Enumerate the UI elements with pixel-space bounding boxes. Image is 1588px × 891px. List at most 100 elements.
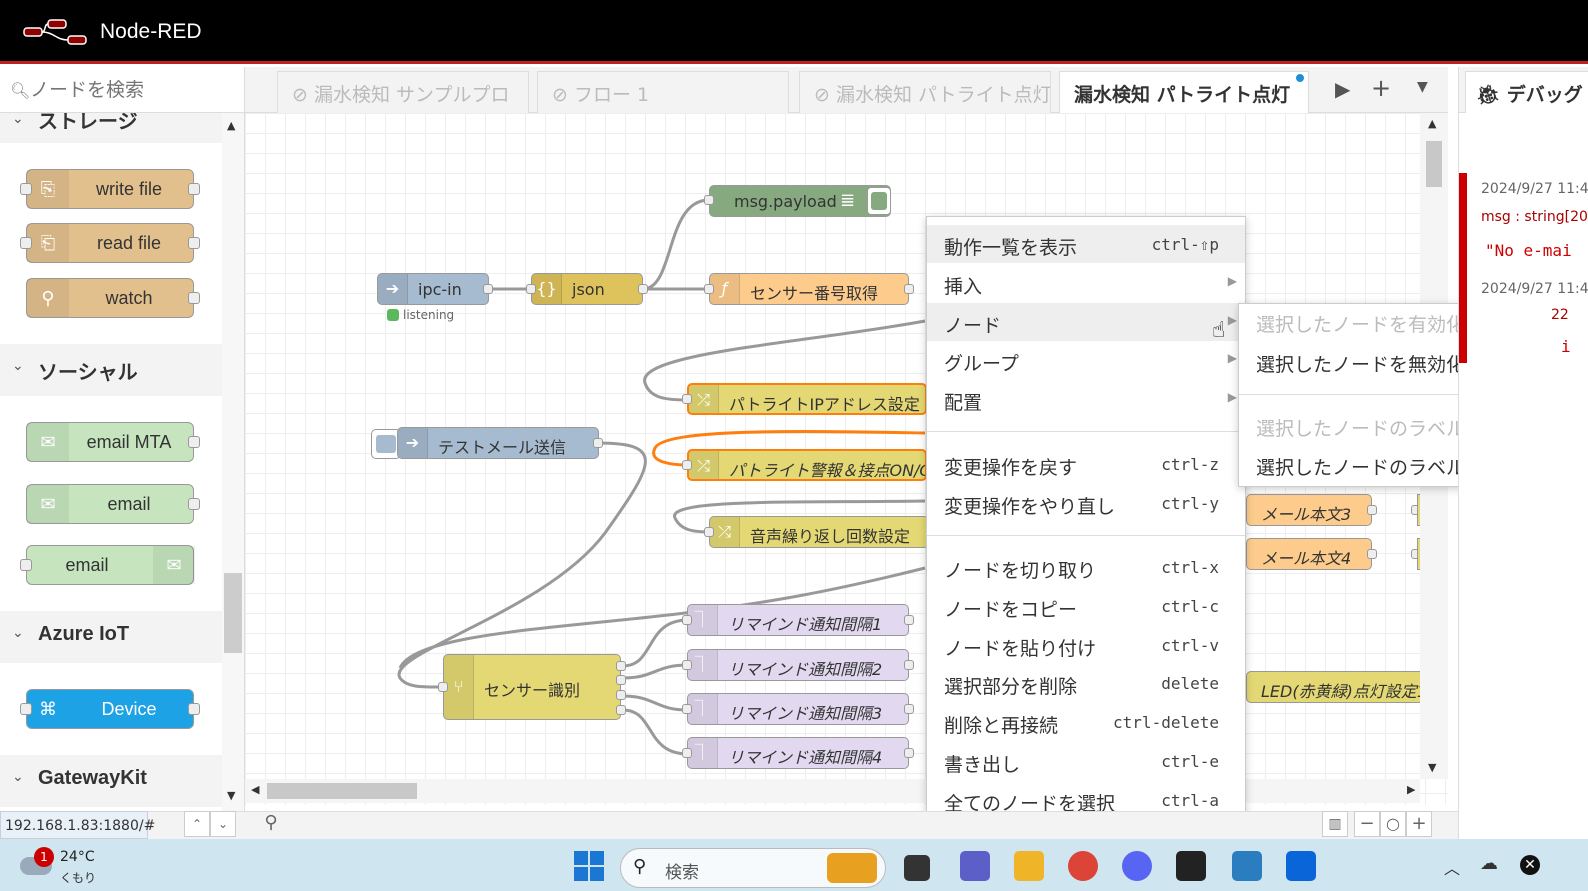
scroll-left-icon[interactable]: ◀ [251, 783, 259, 796]
node-ipc-in[interactable]: ➔ ipc-in [377, 273, 489, 305]
palette-expand-all-icon[interactable]: ⌄ [210, 811, 236, 837]
output-port[interactable] [616, 690, 626, 700]
teams-icon[interactable] [960, 851, 990, 881]
output-port[interactable] [904, 748, 914, 758]
palette-node-email-mta[interactable]: ✉ email MTA [26, 422, 194, 462]
navigator-map-icon[interactable]: ▥ [1322, 811, 1348, 837]
output-port[interactable] [616, 705, 626, 715]
menu-item-delete[interactable]: 選択部分を削除 delete [927, 664, 1245, 702]
search-icon[interactable]: ⚲ [258, 811, 284, 837]
debug-message[interactable]: 2024/9/27 11:4 22 i [1459, 273, 1588, 363]
input-port[interactable] [20, 703, 32, 715]
node-function-sensor-no[interactable]: ƒ センサー番号取得 [709, 273, 909, 305]
input-port[interactable] [704, 195, 714, 205]
output-port[interactable] [188, 703, 200, 715]
menu-item-cut[interactable]: ノードを切り取り ctrl-x [927, 548, 1245, 586]
debug-toggle-button[interactable] [867, 187, 891, 215]
notepad-icon[interactable] [1232, 851, 1262, 881]
palette-node-device[interactable]: ⌘ Device [26, 689, 194, 729]
output-port[interactable] [1367, 549, 1377, 559]
scroll-down-icon[interactable]: ▼ [227, 789, 235, 802]
menu-item-show-actions[interactable]: 動作一覧を表示 ctrl-⇧p [927, 225, 1245, 263]
tab-flow-1[interactable]: ⊘ 漏水検知 サンプルプロ [277, 71, 529, 113]
output-port[interactable] [616, 661, 626, 671]
palette-collapse-all-icon[interactable]: ⌃ [184, 811, 210, 837]
input-port[interactable] [20, 183, 32, 195]
node-remind-3[interactable]: ⏋ リマインド通知間隔3 [687, 693, 909, 725]
category-social[interactable]: ⌄ ソーシャル [0, 344, 222, 396]
menu-item-export[interactable]: 書き出し ctrl-e [927, 742, 1245, 780]
output-port[interactable] [904, 704, 914, 714]
tab-debug[interactable]: 🐞︎ デバッグ [1465, 71, 1588, 113]
tab-scroll-right-icon[interactable]: ▶ [1335, 77, 1350, 101]
onedrive-icon[interactable]: ☁ [1480, 853, 1498, 874]
input-port[interactable] [682, 615, 692, 625]
input-port[interactable] [682, 660, 692, 670]
output-port[interactable] [904, 615, 914, 625]
task-view-icon[interactable] [904, 855, 930, 881]
node-mail-body-3[interactable]: メール本文3 [1246, 494, 1372, 526]
palette-search-input[interactable] [30, 77, 230, 103]
file-explorer-icon[interactable] [1014, 851, 1044, 881]
input-port[interactable] [704, 284, 714, 294]
chrome-icon[interactable] [1068, 851, 1098, 881]
tab-flow-3[interactable]: ⊘ 漏水検知 パトライト点灯 [799, 71, 1051, 113]
scroll-right-icon[interactable]: ▶ [1407, 783, 1415, 796]
input-port[interactable] [682, 748, 692, 758]
palette-node-watch[interactable]: ⚲ watch [26, 278, 194, 318]
menu-item-arrange[interactable]: 配置 ▶ [927, 380, 1245, 418]
output-port[interactable] [483, 284, 493, 294]
input-port[interactable] [526, 284, 536, 294]
output-port[interactable] [904, 660, 914, 670]
close-circle-icon[interactable]: ✕ [1520, 855, 1540, 875]
tab-menu-icon[interactable]: ▼ [1417, 79, 1428, 95]
input-port[interactable] [682, 704, 692, 714]
zoom-in-icon[interactable]: + [1406, 811, 1432, 837]
input-port[interactable] [20, 559, 32, 571]
output-port[interactable] [593, 438, 603, 448]
zoom-reset-icon[interactable]: ○ [1380, 811, 1406, 837]
debug-message[interactable]: 2024/9/27 11:4 msg : string[20 "No e-mai [1459, 173, 1588, 273]
menu-item-node[interactable]: ノード ▶ [927, 303, 1245, 341]
terminal-icon[interactable] [1176, 851, 1206, 881]
node-change-patlite-ip[interactable]: ⤮ パトライトIPアドレス設定 [687, 383, 927, 415]
palette-node-email-out[interactable]: email ✉ [26, 545, 195, 585]
input-port[interactable] [682, 460, 692, 470]
node-inject-test-mail[interactable]: ➔ テストメール送信 [397, 427, 599, 459]
taskbar-search[interactable]: ⚲ 検索 [620, 848, 886, 888]
output-port[interactable] [188, 436, 200, 448]
input-port[interactable] [438, 682, 448, 692]
output-port[interactable] [188, 292, 200, 304]
menu-item-copy[interactable]: ノードをコピー ctrl-c [927, 587, 1245, 625]
tab-flow-2[interactable]: ⊘ フロー 1 [537, 71, 789, 113]
node-debug-msg-payload[interactable]: msg.payload ≣ [709, 185, 891, 217]
menu-item-delete-reconnect[interactable]: 削除と再接続 ctrl-delete [927, 703, 1245, 741]
node-mail-body-4[interactable]: メール本文4 [1246, 538, 1372, 570]
input-port[interactable] [682, 394, 692, 404]
node-change-voice-repeat[interactable]: ⤮ 音声繰り返し回数設定 [709, 516, 929, 548]
menu-item-insert[interactable]: 挿入 ▶ [927, 264, 1245, 302]
scroll-up-icon[interactable]: ▲ [1428, 117, 1436, 130]
palette-node-read-file[interactable]: ⎗ read file [26, 223, 194, 263]
add-flow-icon[interactable]: + [1371, 74, 1391, 102]
menu-item-paste[interactable]: ノードを貼り付け ctrl-v [927, 626, 1245, 664]
scrollbar-thumb[interactable] [224, 573, 242, 653]
output-port[interactable] [1367, 505, 1377, 515]
input-port[interactable] [20, 237, 32, 249]
menu-item-undo[interactable]: 変更操作を戻す ctrl-z [927, 445, 1245, 483]
app-icon[interactable] [1286, 851, 1316, 881]
output-port[interactable] [188, 498, 200, 510]
tray-expand-icon[interactable]: ︿ [1444, 855, 1460, 879]
category-gatewaykit[interactable]: ⌄ GatewayKit [0, 755, 222, 807]
tab-flow-active[interactable]: 漏水検知 パトライト点灯 [1059, 71, 1309, 114]
scroll-down-icon[interactable]: ▼ [1428, 761, 1436, 774]
output-port[interactable] [616, 675, 626, 685]
input-port[interactable] [704, 527, 714, 537]
node-switch-sensor[interactable]: ⑂ センサー識別 [443, 654, 621, 720]
scrollbar-thumb[interactable] [267, 783, 417, 799]
output-port[interactable] [188, 237, 200, 249]
node-change-patlite-alarm[interactable]: ⤮ パトライト警報＆接点ON/Off [687, 449, 927, 481]
scroll-up-icon[interactable]: ▲ [227, 119, 235, 132]
node-remind-2[interactable]: ⏋ リマインド通知間隔2 [687, 649, 909, 681]
node-remind-4[interactable]: ⏋ リマインド通知間隔4 [687, 737, 909, 769]
